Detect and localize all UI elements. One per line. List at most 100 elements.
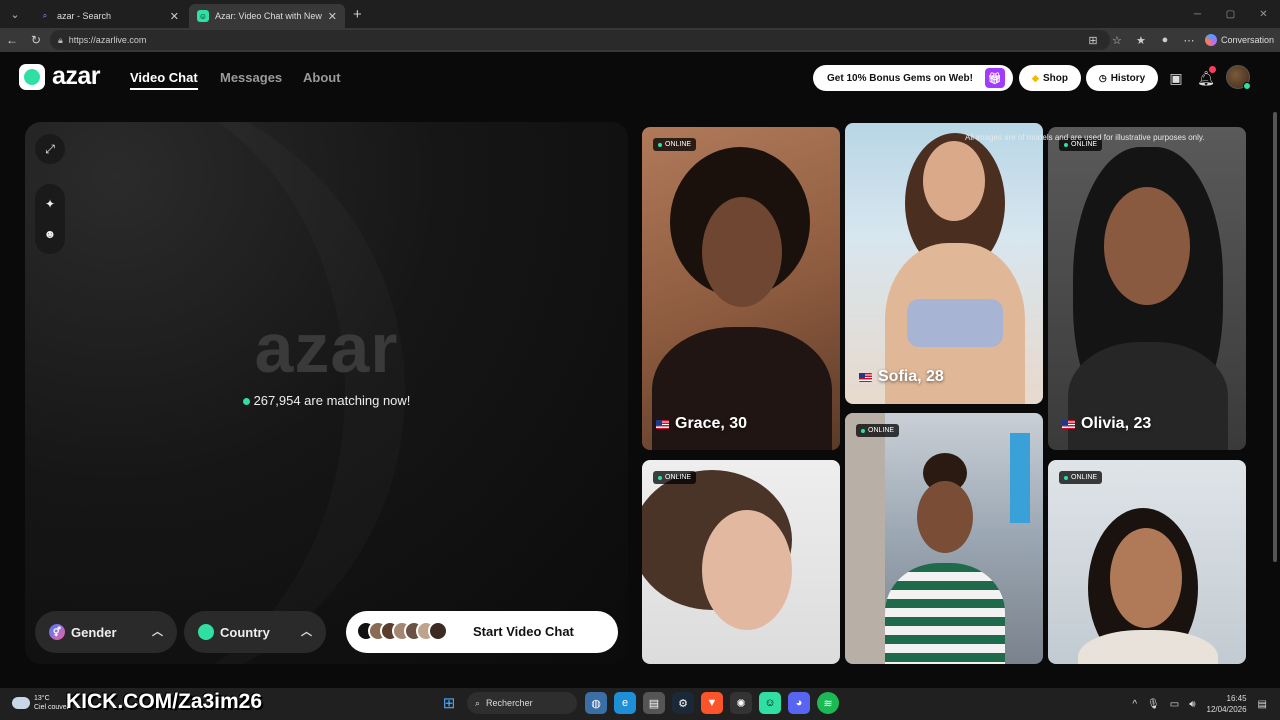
microphone-icon[interactable]: 🎙︎ [1147, 699, 1160, 710]
favorite-star-icon[interactable]: ☆ [1105, 28, 1129, 52]
brave-icon[interactable]: ▼ [701, 692, 723, 714]
collections-icon[interactable]: ★ [1129, 28, 1153, 52]
taskbar-search[interactable]: ⌕ Rechercher [467, 692, 577, 714]
copilot-button[interactable]: Conversation [1204, 34, 1274, 46]
azar-app-icon[interactable]: ☺ [759, 692, 781, 714]
profile-name: Sofia, 28 [859, 368, 944, 386]
azar-logo-icon[interactable] [19, 64, 45, 90]
matching-text: 267,954 are matching now! [253, 393, 411, 408]
chatgpt-icon[interactable]: ✺ [730, 692, 752, 714]
discord-icon[interactable]: ◕ [788, 692, 810, 714]
profile-name-text: Grace, 30 [675, 415, 748, 432]
gem-icon: ◆ [1032, 72, 1039, 83]
maximize-icon[interactable]: ▢ [1214, 0, 1247, 28]
fullscreen-icon[interactable]: ⤢ [35, 134, 65, 164]
profile-name-text: Sofia, 28 [878, 368, 944, 385]
inbox-icon[interactable]: ▣ [1164, 66, 1188, 90]
country-label: Country [220, 624, 270, 640]
windows-start-icon[interactable]: ⊞ [438, 692, 460, 714]
close-window-icon[interactable]: ✕ [1247, 0, 1280, 28]
gender-label: Gender [71, 624, 117, 640]
avatar-stack [356, 621, 448, 641]
nav-item-messages[interactable]: Messages [220, 70, 282, 85]
gender-filter-button[interactable]: ⚥ Gender ︿ [35, 611, 177, 653]
profile-photo-face [702, 510, 792, 630]
profile-photo-banner [1010, 433, 1030, 523]
weather-widget[interactable]: 13°C Ciel couvert [12, 694, 71, 712]
nav-link-about[interactable]: About [303, 70, 341, 85]
magic-wand-icon[interactable]: ✦ [35, 189, 65, 219]
shop-label: Shop [1042, 72, 1068, 84]
back-icon[interactable]: ← [0, 28, 24, 52]
promo-label: Get 10% Bonus Gems on Web! [827, 72, 973, 84]
browser-toolbar: ⊞ ☆ ★ ● ⋯ Conversation [1081, 28, 1280, 52]
close-tab-icon[interactable]: ✕ [328, 10, 337, 23]
gender-icon: ⚥ [49, 624, 65, 640]
more-menu-icon[interactable]: ⋯ [1177, 28, 1201, 52]
online-badge: ONLINE [1059, 471, 1103, 484]
volume-icon[interactable]: 🔊︎ [1189, 699, 1195, 710]
profile-card[interactable]: ONLINE Olivia, 23 [1048, 127, 1246, 450]
new-tab-icon[interactable]: + [353, 6, 362, 23]
us-flag-icon [1062, 419, 1075, 429]
profile-card[interactable]: ONLINE Grace, 30 [642, 127, 840, 450]
network-icon[interactable]: ▭ [1170, 699, 1179, 710]
nav-item-video-chat[interactable]: Video Chat [130, 70, 198, 90]
stream-overlay-text: KICK.COM/Za3im26 [66, 690, 263, 713]
tab-actions-icon[interactable]: ⌄ [3, 4, 27, 24]
chevron-up-icon[interactable]: ^ [1132, 699, 1137, 710]
notification-badge [1209, 66, 1216, 73]
file-explorer-icon[interactable]: ▤ [643, 692, 665, 714]
tab-title: azar - Search [57, 11, 112, 21]
profile-card[interactable]: ONLINE [642, 460, 840, 664]
illustrative-disclaimer: All images are of models and are used fo… [965, 133, 1205, 142]
clock-date: 12/04/2026 [1206, 705, 1247, 714]
shop-button[interactable]: ◆ Shop [1019, 65, 1081, 91]
avatar[interactable] [1226, 65, 1251, 90]
profile-photo-face [1110, 528, 1182, 628]
address-bar: ← ↻ 🔒︎ https://azarlive.com ⊞ ☆ ★ ● ⋯ Co… [0, 28, 1280, 52]
profile-icon[interactable]: ● [1153, 28, 1177, 52]
tab-azar-search[interactable]: ⌕ azar - Search ✕ [31, 4, 187, 28]
clock[interactable]: 16:45 12/04/2026 [1207, 693, 1247, 715]
nav-link-video-chat[interactable]: Video Chat [130, 70, 198, 90]
profile-photo-top [907, 299, 1003, 347]
profile-card[interactable]: ONLINE [1048, 460, 1246, 664]
online-status-dot [1243, 82, 1251, 90]
tab-title: Azar: Video Chat with New People [215, 11, 324, 21]
bonus-gems-button[interactable]: Get 10% Bonus Gems on Web! 🎁︎ [813, 65, 1013, 91]
url-text: https://azarlive.com [68, 35, 147, 45]
history-label: History [1110, 72, 1146, 84]
profile-card[interactable]: Sofia, 28 [845, 123, 1043, 404]
profile-card[interactable]: ONLINE [845, 413, 1043, 664]
scrollbar-thumb[interactable] [1273, 112, 1277, 562]
history-button[interactable]: ◷ History [1086, 65, 1158, 91]
profile-photo-face [923, 141, 985, 221]
sticker-face-icon[interactable]: ☻ [35, 219, 65, 249]
copilot-label: Conversation [1220, 35, 1274, 45]
search-icon: ⌕ [42, 11, 48, 20]
split-screen-icon[interactable]: ⊞ [1081, 28, 1105, 52]
logo-text[interactable]: azar [52, 62, 101, 91]
notification-bell-icon[interactable]: 🔔︎ [1194, 66, 1218, 90]
edge-icon[interactable]: e [614, 692, 636, 714]
nav-link-messages[interactable]: Messages [220, 70, 282, 85]
reload-icon[interactable]: ↻ [24, 28, 48, 52]
nav-item-about[interactable]: About [303, 70, 341, 85]
globe-icon[interactable]: ◍ [585, 692, 607, 714]
url-field[interactable]: 🔒︎ https://azarlive.com [50, 30, 1110, 50]
tab-azar-video-chat[interactable]: ☺ Azar: Video Chat with New People ✕ [189, 4, 345, 28]
profile-photo-face [1104, 187, 1190, 305]
matching-count: 267,954 are matching now! [25, 393, 628, 408]
close-tab-icon[interactable]: ✕ [170, 10, 179, 23]
profile-photo-body [1068, 342, 1228, 450]
us-flag-icon [656, 419, 669, 429]
page-scrollbar[interactable] [1272, 112, 1278, 712]
steam-icon[interactable]: ⚙ [672, 692, 694, 714]
start-video-chat-button[interactable]: Start Video Chat [346, 611, 618, 653]
notification-center-icon[interactable]: ▤ [1258, 699, 1267, 710]
spotify-icon[interactable]: ≋ [817, 692, 839, 714]
minimize-icon[interactable]: ─ [1181, 0, 1214, 28]
windows-taskbar: 13°C Ciel couvert KICK.COM/Za3im26 ⊞ ⌕ Re… [0, 688, 1280, 720]
country-filter-button[interactable]: Country ︿ [184, 611, 326, 653]
